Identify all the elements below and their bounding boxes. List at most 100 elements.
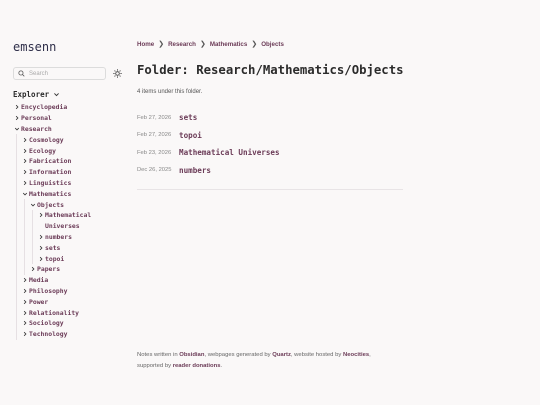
tree-folder-linguistics[interactable]: Linguistics (21, 178, 125, 189)
chevron-right-icon (23, 137, 26, 142)
tree-folder-encyclopedia[interactable]: Encyclopedia (13, 102, 125, 113)
entry-date: Feb 27, 2026 (137, 114, 172, 121)
theme-toggle-button[interactable] (112, 69, 122, 79)
tree-folder-information[interactable]: Information (21, 167, 125, 178)
chevron-right-icon (15, 105, 18, 110)
main-content: Home ❯ Research ❯ Mathematics ❯ Objects … (137, 40, 405, 190)
site-title[interactable]: emsenn (13, 40, 125, 54)
footer-link-neocities[interactable]: Neocities (343, 352, 369, 358)
chevron-right-icon (15, 116, 18, 121)
tree-folder-technology[interactable]: Technology (21, 329, 125, 340)
footer: Notes written in Obsidian, webpages gene… (137, 350, 417, 372)
breadcrumb-separator-icon: ❯ (158, 41, 165, 48)
tree-label: Fabrication (29, 157, 72, 166)
footer-text: supported by (137, 363, 173, 369)
footer-text: , website hosted by (290, 352, 343, 358)
search-icon (18, 70, 25, 77)
breadcrumb-research[interactable]: Research (168, 41, 196, 48)
footer-text: Notes written in (137, 352, 180, 358)
page-title: Folder: Research/Mathematics/Objects (137, 63, 404, 77)
tree-folder-sociology[interactable]: Sociology (21, 318, 125, 329)
chevron-right-icon (23, 180, 26, 186)
footer-link-obsidian[interactable]: Obsidian (179, 352, 204, 358)
entry-link[interactable]: numbers (179, 166, 211, 175)
footer-text: , (369, 352, 371, 358)
content-divider (137, 189, 403, 190)
tree-folder-personal[interactable]: Personal (13, 113, 125, 124)
tree-folder-numbers[interactable]: numbers (37, 232, 125, 243)
chevron-right-icon (23, 299, 26, 304)
chevron-right-icon (39, 256, 42, 261)
chevron-down-icon (14, 127, 19, 131)
chevron-right-icon (23, 159, 26, 164)
search-input[interactable]: Search (13, 67, 106, 80)
tree-label: Power (29, 297, 49, 306)
tree-label: Information (29, 168, 72, 177)
tree-folder-ecology[interactable]: Ecology (21, 145, 125, 156)
footer-link-quartz[interactable]: Quartz (272, 352, 291, 358)
tree-folder-media[interactable]: Media (21, 275, 125, 286)
tree-label: Relationality (29, 308, 80, 317)
tree-folder-sets[interactable]: sets (37, 242, 125, 253)
entry-date: Feb 27, 2026 (137, 132, 172, 139)
explorer-toggle[interactable]: Explorer (13, 90, 125, 99)
chevron-right-icon (23, 170, 26, 175)
tree-folder-mathematics[interactable]: Mathematics (21, 188, 125, 199)
tree-label: Philosophy (29, 286, 68, 295)
search-placeholder: Search (29, 70, 49, 77)
list-item: Dec 26, 2025 numbers (137, 162, 405, 180)
chevron-right-icon (31, 267, 34, 272)
tree-folder-papers[interactable]: Papers (29, 264, 125, 275)
tree-label: numbers (45, 232, 72, 241)
tree-folder-philosophy[interactable]: Philosophy (21, 286, 125, 297)
entry-date: Feb 23, 2026 (137, 149, 172, 156)
item-count: 4 items under this folder. (137, 89, 203, 95)
tree-label: Mathematics (29, 189, 72, 198)
chevron-down-icon (30, 203, 35, 207)
tree-label: Mathematical Universes (45, 210, 92, 230)
tree-folder-objects[interactable]: Objects (29, 199, 125, 210)
tree-folder-topoi[interactable]: topoi (37, 253, 125, 264)
chevron-right-icon (23, 310, 26, 315)
breadcrumb-separator-icon: ❯ (251, 41, 258, 48)
objects-children: Mathematical Universes numbers sets topo… (32, 209, 125, 264)
breadcrumb-home[interactable]: Home (137, 41, 154, 48)
entry-date: Dec 26, 2025 (137, 167, 172, 174)
tree-label: Papers (37, 265, 61, 274)
tree-folder-mathematical-universes[interactable]: Mathematical Universes (37, 210, 125, 232)
tree-folder-fabrication[interactable]: Fabrication (21, 156, 125, 167)
entry-link[interactable]: sets (179, 113, 197, 122)
tree-folder-power[interactable]: Power (21, 296, 125, 307)
tree-label: sets (45, 243, 61, 252)
sidebar: emsenn Search Explorer Encyclopedia Pers… (13, 40, 125, 340)
entry-link[interactable]: Mathematical Universes (179, 148, 280, 157)
list-item: Feb 27, 2026 sets (137, 109, 405, 127)
chevron-right-icon (23, 278, 26, 283)
chevron-right-icon (39, 245, 42, 250)
search-row: Search (13, 67, 125, 80)
tree-label: Sociology (29, 319, 64, 328)
sun-icon (112, 69, 122, 78)
mathematics-children: Objects Mathematical Universes numbers s… (24, 199, 125, 275)
list-item: Feb 27, 2026 topoi (137, 127, 405, 145)
tree-label: Encyclopedia (21, 103, 68, 112)
footer-text: , webpages generated by (204, 352, 273, 358)
chevron-down-icon (22, 192, 27, 196)
tree-folder-cosmology[interactable]: Cosmology (21, 134, 125, 145)
chevron-down-icon (54, 93, 60, 97)
tree-label: Objects (37, 200, 64, 209)
footer-link-donations[interactable]: reader donations (173, 363, 221, 369)
tree-folder-relationality[interactable]: Relationality (21, 307, 125, 318)
chevron-right-icon (23, 332, 26, 337)
breadcrumb-mathematics[interactable]: Mathematics (210, 41, 247, 48)
tree-label: Personal (21, 114, 52, 123)
tree-label: Ecology (29, 146, 56, 155)
entry-link[interactable]: topoi (179, 131, 202, 140)
tree-label: Cosmology (29, 135, 64, 144)
explorer-label: Explorer (13, 90, 50, 99)
breadcrumb-objects[interactable]: Objects (261, 41, 284, 48)
chevron-right-icon (23, 288, 26, 294)
tree-folder-research[interactable]: Research (13, 124, 125, 135)
breadcrumb: Home ❯ Research ❯ Mathematics ❯ Objects (137, 40, 405, 49)
footer-text: . (220, 363, 223, 369)
